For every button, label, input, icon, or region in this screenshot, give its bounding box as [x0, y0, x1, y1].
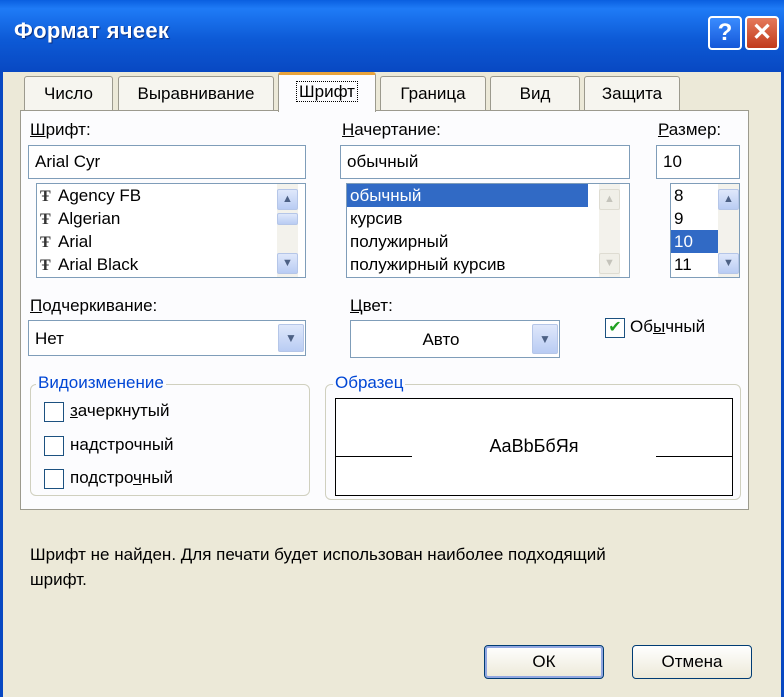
tab-font[interactable]: Шрифт — [278, 72, 376, 112]
tab-view[interactable]: Вид — [490, 76, 580, 110]
size-input[interactable]: 10 — [656, 145, 740, 179]
window-title: Формат ячеек — [14, 18, 170, 43]
list-item[interactable]: Ŧ Agency FB — [37, 184, 305, 207]
list-item[interactable]: полужирный курсив — [347, 253, 629, 276]
superscript-label: надстрочный — [70, 435, 174, 454]
chevron-down-icon[interactable]: ▼ — [278, 324, 304, 352]
font-list[interactable]: Ŧ Agency FB Ŧ Algerian Ŧ Arial Ŧ Arial Black — [36, 183, 306, 278]
underline-label: Подчеркивание: — [30, 296, 158, 315]
scroll-down-icon[interactable]: ▼ — [277, 253, 298, 274]
style-list[interactable]: обычный курсив полужирный полужирный кур… — [346, 183, 630, 278]
size-label: Размер: — [658, 120, 722, 139]
superscript-checkbox[interactable] — [44, 436, 64, 456]
scroll-down-icon[interactable]: ▼ — [718, 253, 739, 274]
scroll-down-icon[interactable]: ▼ — [599, 253, 620, 274]
underline-select[interactable]: Нет ▼ — [28, 320, 306, 356]
list-item[interactable]: полужирный — [347, 230, 629, 253]
truetype-icon: Ŧ — [40, 234, 51, 251]
tab-font-label: Шрифт — [296, 81, 358, 102]
font-input[interactable]: Arial Cyr — [28, 145, 306, 179]
ok-button[interactable]: ОК — [484, 645, 604, 679]
strikethrough-label: зачеркнутый — [70, 401, 170, 420]
font-label: Шрифт: — [30, 120, 91, 139]
cancel-button[interactable]: Отмена — [632, 645, 752, 679]
scroll-up-icon[interactable]: ▲ — [599, 189, 620, 210]
strikethrough-checkbox[interactable] — [44, 402, 64, 422]
chevron-down-icon[interactable]: ▼ — [532, 324, 558, 354]
color-label: Цвет: — [350, 296, 393, 315]
underline-value: Нет — [35, 329, 64, 348]
list-item[interactable]: курсив — [347, 207, 629, 230]
list-item[interactable]: Ŧ Arial Black — [37, 253, 305, 276]
scroll-up-icon[interactable]: ▲ — [718, 189, 739, 210]
sample-text: AaBbБбЯя — [489, 436, 579, 456]
effects-group-title: Видоизменение — [36, 373, 166, 393]
list-item[interactable]: Ŧ Arial — [37, 230, 305, 253]
truetype-icon: Ŧ — [40, 188, 51, 205]
truetype-icon: Ŧ — [40, 257, 51, 274]
check-icon: ✔ — [608, 319, 622, 336]
sample-group-title: Образец — [333, 373, 406, 393]
normal-checkbox[interactable]: ✔ — [605, 318, 625, 338]
message-line-2: шрифт. — [30, 570, 87, 589]
style-label: Начертание: — [342, 120, 441, 139]
tab-number[interactable]: Число — [24, 76, 113, 110]
tab-protection[interactable]: Защита — [584, 76, 680, 110]
tab-border[interactable]: Граница — [380, 76, 486, 110]
subscript-checkbox[interactable] — [44, 469, 64, 489]
normal-label: Обычный — [630, 317, 706, 336]
list-item-selected[interactable]: обычный — [347, 184, 588, 207]
color-value: Авто — [422, 330, 460, 349]
list-item[interactable]: Ŧ Algerian — [37, 207, 305, 230]
scroll-up-icon[interactable]: ▲ — [277, 189, 298, 210]
color-select[interactable]: Авто ▼ — [350, 320, 560, 358]
close-button[interactable]: ✕ — [745, 16, 779, 50]
message-line-1: Шрифт не найден. Для печати будет исполь… — [30, 545, 606, 564]
subscript-label: подстрочный — [70, 468, 173, 487]
tab-alignment[interactable]: Выравнивание — [118, 76, 274, 110]
truetype-icon: Ŧ — [40, 211, 51, 228]
style-input[interactable]: обычный — [340, 145, 630, 179]
scroll-thumb[interactable] — [277, 213, 298, 225]
help-button[interactable]: ? — [708, 16, 742, 50]
